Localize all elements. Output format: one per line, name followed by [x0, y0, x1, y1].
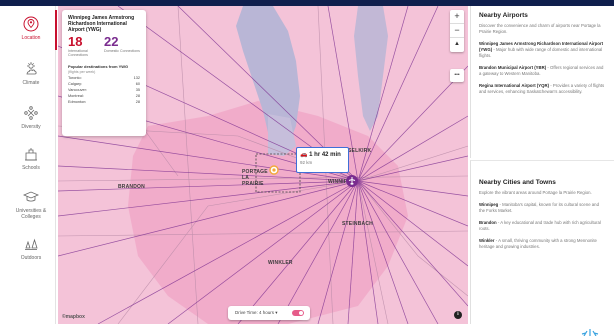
destination-flights: 60: [135, 81, 140, 86]
sun-cloud-icon: [26, 62, 37, 75]
lake-winnipeg: [354, 6, 388, 131]
destination-row: Montreal: 28: [68, 94, 140, 98]
city-item: Winkler - A small, thriving community wi…: [479, 238, 606, 250]
sidebar-item-label: Universities & Colleges: [15, 208, 47, 220]
destinations-subtitle: (flights per week): [68, 69, 96, 74]
airports-panel-description: Discover the convenience and charm of ai…: [479, 23, 601, 34]
airports-panel: Nearby Airports Discover the convenience…: [470, 6, 614, 158]
city-item-name: Winnipeg: [479, 202, 499, 207]
graduation-cap-icon: [23, 191, 39, 202]
stat-row: 18 International Connections 22 Domestic…: [68, 35, 140, 58]
destinations-title: Popular destinations from YWG: [68, 63, 129, 69]
sidebar-item-universities[interactable]: Universities & Colleges: [6, 189, 56, 220]
zoom-out-button[interactable]: −: [450, 23, 464, 37]
zoom-in-button[interactable]: +: [450, 10, 464, 23]
info-icon[interactable]: i: [454, 311, 462, 319]
airport-item-name: Regina International Airport (YQR): [479, 83, 550, 88]
cities-panel: Nearby Cities and Towns Explore the vibr…: [470, 160, 614, 324]
destination-row: Calgary: 60: [68, 82, 140, 86]
city-item-name: Brandon: [479, 220, 497, 225]
map-menu-button[interactable]: •••: [450, 69, 464, 82]
sidebar-item-diversity[interactable]: Diversity: [6, 105, 56, 130]
destination-row: Toronto: 132: [68, 76, 140, 80]
city-item: Winnipeg - Manitoba's capital, known for…: [479, 202, 606, 214]
city-item-text: - A key educational and trade hub with r…: [479, 220, 601, 231]
international-label: International Connections: [68, 49, 88, 58]
sidebar: Location Climate Diversity Schools Unive…: [6, 6, 57, 324]
domestic-stat: 22 Domestic Connections: [104, 35, 140, 58]
sidebar-item-location[interactable]: Location: [6, 10, 57, 50]
school-icon: [25, 148, 37, 161]
sidebar-item-label: Climate: [22, 80, 40, 86]
international-stat: 18 International Connections: [68, 35, 104, 58]
sidebar-item-outdoors[interactable]: Outdoors: [6, 236, 56, 261]
sidebar-item-schools[interactable]: Schools: [6, 146, 56, 171]
city-label-portage: PORTAGE LA PRAIRIE: [242, 169, 268, 187]
sidebar-item-climate[interactable]: Climate: [6, 61, 56, 86]
zoom-controls: + − ▲: [450, 10, 464, 52]
outdoors-icon: [25, 238, 38, 250]
airports-panel-title: Nearby Airports: [479, 12, 528, 19]
destination-flights: 35: [135, 87, 140, 92]
city-item-name: Winkler: [479, 238, 495, 243]
destination-city: Edmonton:: [68, 99, 87, 104]
location-pin-icon: [23, 16, 39, 32]
sidebar-item-label: Diversity: [21, 124, 41, 130]
compass-button[interactable]: ▲: [450, 37, 464, 51]
airport-item: Regina International Airport (YQR) - Pro…: [479, 83, 606, 95]
drive-time-text: 1 hr 42 min: [309, 152, 341, 158]
drive-time-value: 🚗 1 hr 42 min: [300, 151, 345, 158]
city-label-winkler: WINKLER: [268, 260, 293, 266]
destination-flights: 28: [135, 99, 140, 104]
destination-city: Montreal:: [68, 93, 84, 98]
drive-time-toggle[interactable]: Drive Time: 4 hours ▾: [228, 306, 310, 320]
airport-item: Winnipeg James Armstrong Richardson Inte…: [479, 41, 606, 59]
domestic-count: 22: [104, 34, 119, 49]
mapbox-attribution[interactable]: ©mapbox: [62, 314, 85, 320]
cities-panel-title: Nearby Cities and Towns: [479, 179, 556, 186]
diversity-icon: [24, 106, 38, 120]
cities-panel-description: Explore the vibrant areas around Portage…: [479, 190, 592, 195]
city-label-selkirk: SELKIRK: [348, 148, 372, 154]
city-item: Brandon - A key educational and trade hu…: [479, 220, 606, 232]
airport-name: Winnipeg James Armstrong Richardson Inte…: [68, 15, 135, 33]
international-count: 18: [68, 34, 83, 49]
destination-row: Vancouver: 35: [68, 88, 140, 92]
portage-marker-icon[interactable]: [269, 165, 279, 175]
domestic-label: Domestic Connections: [104, 49, 140, 53]
sparkle-icon: [581, 329, 599, 336]
airport-info-card: Winnipeg James Armstrong Richardson Inte…: [62, 10, 146, 136]
destination-city: Toronto:: [68, 75, 82, 80]
car-icon: 🚗: [300, 152, 308, 158]
destination-city: Vancouver:: [68, 87, 87, 92]
map-view[interactable]: SELKIRK PORTAGE LA PRAIRIE WINNIPEG BRAN…: [58, 6, 468, 324]
destination-flights: 132: [133, 75, 140, 80]
destination-flights: 28: [135, 93, 140, 98]
city-item-text: - A small, thriving community with a str…: [479, 238, 597, 249]
sidebar-item-label: Outdoors: [20, 255, 42, 261]
drive-distance: 92 km: [300, 160, 313, 165]
destination-city: Calgary:: [68, 81, 83, 86]
airport-marker-icon[interactable]: [345, 174, 359, 188]
drive-time-switch[interactable]: [292, 310, 304, 316]
city-label-steinbach: STEINBACH: [342, 221, 373, 227]
city-label-brandon: BRANDON: [118, 184, 145, 190]
sidebar-item-label: Location: [21, 35, 41, 41]
sidebar-item-label: Schools: [22, 165, 40, 171]
drive-time-popup: 🚗 1 hr 42 min 92 km: [296, 147, 349, 173]
airport-item: Brandon Municipal Airport (YBR) - Offers…: [479, 65, 606, 77]
airport-item-name: Brandon Municipal Airport (YBR): [479, 65, 547, 70]
airport-item-text: - Major hub with wide range of domestic …: [479, 47, 603, 58]
drive-time-select[interactable]: Drive Time: 4 hours ▾: [235, 310, 278, 316]
destination-row: Edmonton: 28: [68, 100, 140, 104]
